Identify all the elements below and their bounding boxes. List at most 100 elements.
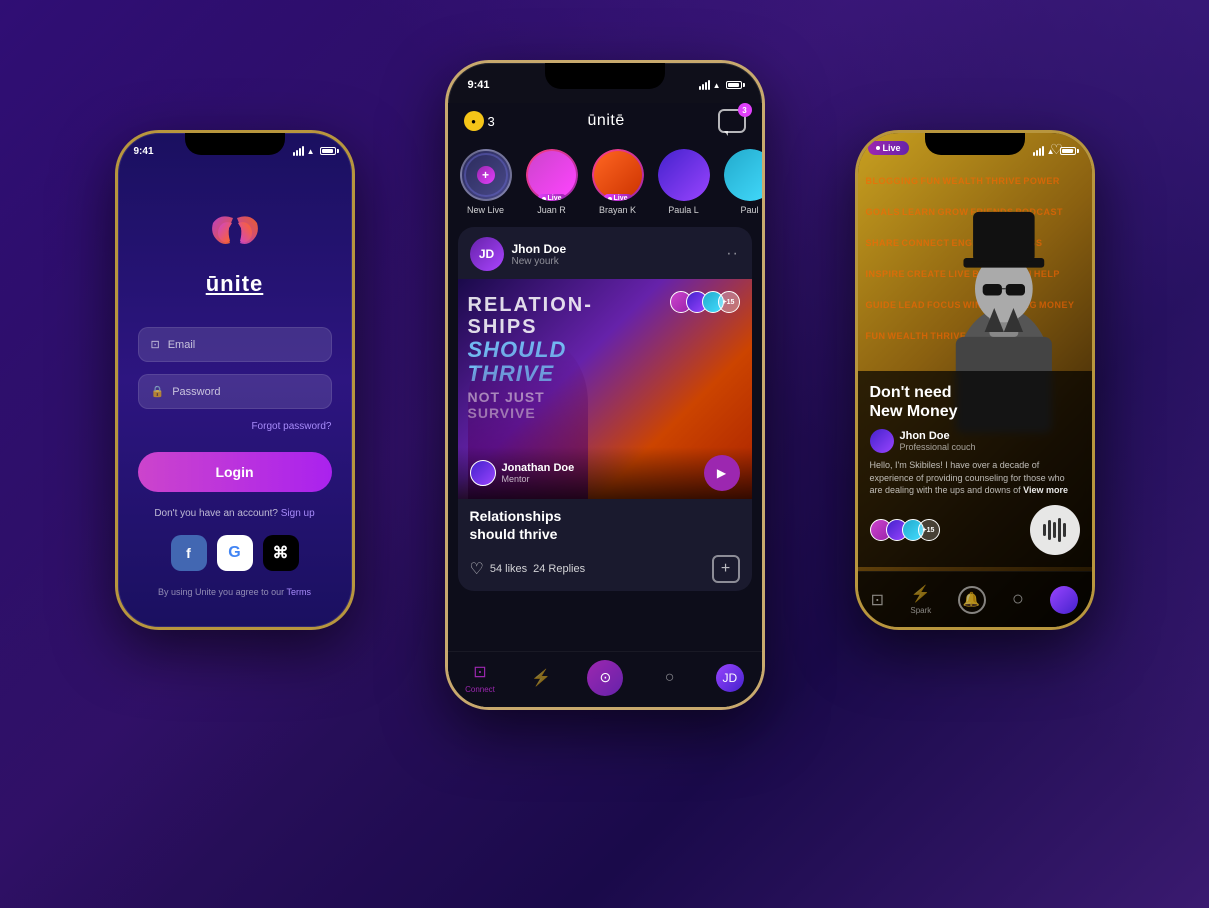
nav-connect[interactable]: ⊡ Connect — [465, 661, 495, 694]
app-title: ūnitē — [588, 112, 625, 130]
add-post-button[interactable]: + — [712, 555, 740, 583]
app-name: ūnite — [206, 271, 264, 297]
juan-avatar: Live — [526, 149, 578, 201]
artist-name: Jhon Doe — [900, 430, 976, 442]
sound-wave-button[interactable] — [1030, 505, 1080, 555]
profile-icon: JD — [716, 664, 744, 692]
view-more-link[interactable]: View more — [1023, 485, 1068, 495]
story-paul[interactable]: Paul — [724, 149, 762, 215]
post-user-location: New yourk — [512, 256, 567, 267]
post-author-role: Mentor — [502, 474, 575, 484]
post-caption: Relationships should thrive — [458, 499, 752, 547]
right-top-actions: ♡ ∙∙ — [1050, 141, 1081, 158]
right-nav-notification[interactable]: 🔔 — [958, 586, 986, 614]
stories-row: + New Live Live — [448, 141, 762, 227]
post-listeners: +15 — [670, 291, 740, 313]
post-options-button[interactable]: ∙∙ — [727, 245, 740, 263]
center-notch — [545, 63, 665, 89]
brayan-live-badge: Live — [603, 194, 631, 201]
apple-button[interactable]: ⌘ — [263, 535, 299, 571]
nav-discover[interactable]: ○ — [659, 667, 681, 689]
wifi-icon: ▲ — [307, 147, 315, 156]
nav-spark[interactable]: ⚡ — [530, 667, 552, 689]
right-nav-home[interactable]: ○ — [1012, 588, 1024, 611]
center-time: 9:41 — [468, 79, 490, 91]
post-bottom: Jonathan Doe Mentor ▶ — [458, 447, 752, 499]
battery-icon — [320, 147, 336, 155]
right-bottom-navigation: ⊡ ⚡ Spark 🔔 ○ — [858, 571, 1092, 627]
story-paul-label: Paul — [740, 205, 758, 215]
story-new-live-label: New Live — [467, 205, 504, 215]
artist-row: Jhon Doe Professional couch — [870, 429, 1080, 453]
post-image: RELATION- SHIPS SHOULD THRIVE NOT JUST S… — [458, 279, 752, 499]
left-status-icons: ▲ — [293, 146, 336, 156]
home-nav-icon: ○ — [1012, 588, 1024, 611]
facebook-button[interactable]: f — [171, 535, 207, 571]
post-actions: ♡ 54 likes 24 Replies + — [458, 547, 752, 591]
center-wifi-icon: ▲ — [713, 81, 721, 90]
juan-live-badge: Live — [537, 194, 565, 201]
post-user-name: Jhon Doe — [512, 242, 567, 256]
lock-icon: 🔒 — [151, 385, 165, 398]
chat-button[interactable]: 3 — [718, 109, 746, 133]
post-listener-count: +15 — [718, 291, 740, 313]
paul-avatar — [724, 149, 762, 201]
wings-icon — [205, 208, 265, 258]
right-description: Hello, I'm Skibiles! I have over a decad… — [870, 459, 1080, 497]
login-button[interactable]: Login — [138, 452, 332, 492]
spark-icon: ⚡ — [530, 667, 552, 689]
password-field[interactable]: 🔒 Password — [138, 374, 332, 409]
brayan-avatar: Live — [592, 149, 644, 201]
sound-wave-icon — [1043, 518, 1066, 542]
listener-avatars: +15 — [870, 519, 940, 541]
likes-count: 54 likes — [490, 563, 527, 575]
left-time: 9:41 — [134, 146, 154, 157]
right-signal-icon — [1033, 146, 1044, 156]
heart-icon[interactable]: ♡ — [470, 559, 484, 579]
play-button[interactable]: ▶ — [704, 455, 740, 491]
nav-home[interactable]: ⊙ — [587, 660, 623, 696]
bottom-navigation: ⊡ Connect ⚡ ⊙ ○ JD — [448, 651, 762, 707]
center-status-icons: ▲ — [699, 80, 742, 90]
center-signal-icon — [699, 80, 710, 90]
terms-link[interactable]: Terms — [286, 587, 311, 597]
center-battery-icon — [726, 81, 742, 89]
right-notch — [925, 133, 1025, 155]
right-nav-profile[interactable] — [1050, 586, 1078, 614]
unite-logo — [205, 208, 265, 263]
heart-action-icon[interactable]: ♡ — [1050, 141, 1063, 158]
coin-icon: ● — [464, 111, 484, 131]
login-screen: ūnite ⊡ Email 🔒 Password Forgot password… — [118, 168, 352, 627]
phone-right: BLOGGING FUN WEALTH THRIVE POWER GOALS L… — [855, 130, 1095, 630]
right-nav-spark[interactable]: ⚡ Spark — [910, 584, 931, 615]
connect-icon: ⊡ — [469, 661, 491, 683]
post-title: Relationships should thrive — [470, 507, 740, 543]
email-field[interactable]: ⊡ Email — [138, 327, 332, 362]
phone-left: 9:41 ▲ — [115, 130, 355, 630]
left-notch — [185, 133, 285, 155]
social-buttons: f G ⌘ — [171, 535, 299, 571]
forgot-password-link[interactable]: Forgot password? — [251, 421, 331, 432]
discover-icon: ○ — [659, 667, 681, 689]
story-new-live[interactable]: + New Live — [460, 149, 512, 215]
post-author-avatar — [470, 460, 496, 486]
notification-icon: 🔔 — [958, 586, 986, 614]
more-options-icon[interactable]: ∙∙ — [1071, 141, 1082, 158]
story-brayan[interactable]: Live Brayan K — [592, 149, 644, 215]
phone-center: 9:41 ▲ ● 3 ūnitē — [445, 60, 765, 710]
signup-link[interactable]: Sign up — [281, 508, 315, 519]
terms-text: By using Unite you agree to our Terms — [158, 587, 311, 597]
signup-text: Don't you have an account? Sign up — [154, 508, 314, 519]
new-live-avatar: + — [460, 149, 512, 201]
post-header: JD Jhon Doe New yourk ∙∙ — [458, 227, 752, 279]
google-button[interactable]: G — [217, 535, 253, 571]
home-button[interactable]: ⊙ — [587, 660, 623, 696]
spark-nav-icon: ⚡ — [911, 584, 931, 604]
story-paula-label: Paula L — [668, 205, 699, 215]
nav-profile[interactable]: JD — [716, 664, 744, 692]
post-author: Jonathan Doe Mentor — [470, 460, 575, 486]
story-paula[interactable]: Paula L — [658, 149, 710, 215]
profile-nav-avatar — [1050, 586, 1078, 614]
right-nav-chat[interactable]: ⊡ — [871, 590, 884, 610]
story-juan[interactable]: Live Juan R — [526, 149, 578, 215]
